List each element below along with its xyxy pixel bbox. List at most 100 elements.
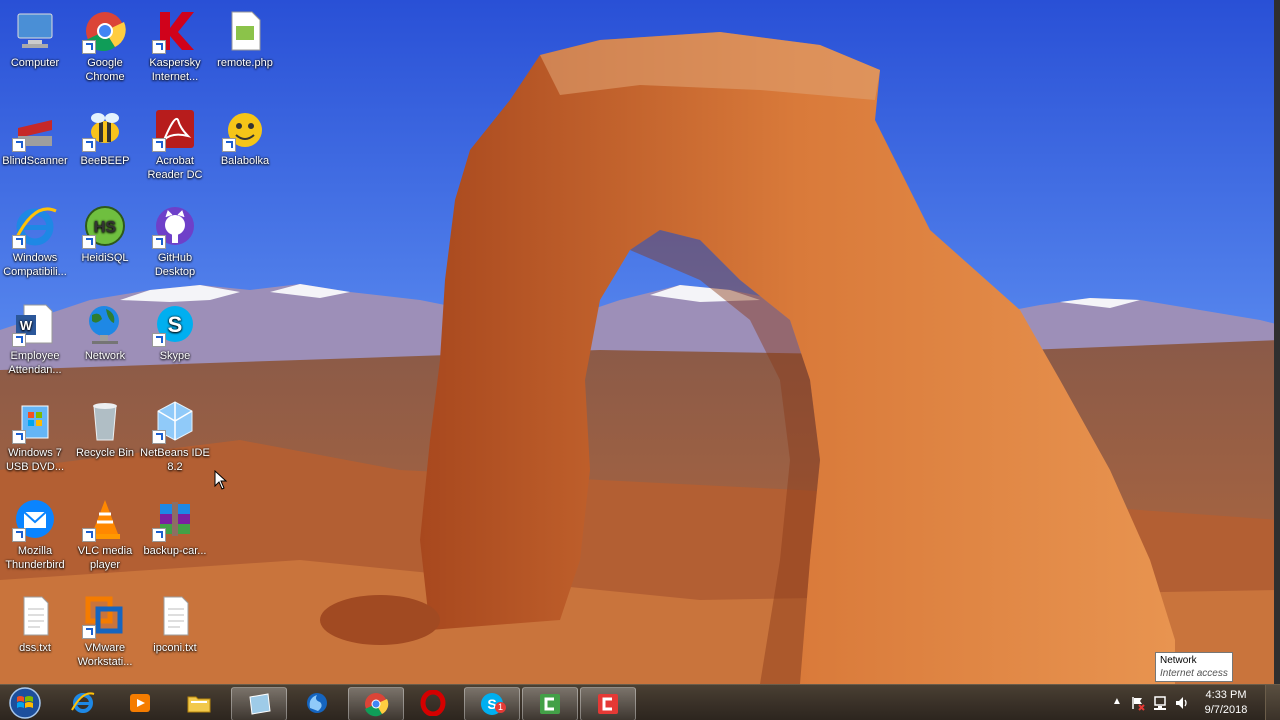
taskbar-button-camtasia-red[interactable] [580,687,636,720]
shortcut-arrow-icon [82,527,96,542]
desktop-icon-label: ipconi.txt [153,642,197,654]
desktop-icon-label: BlindScanner [2,154,68,167]
taskbar-button-media-player[interactable] [113,687,167,719]
network-tooltip-status: Internet access [1160,668,1228,679]
desktop-icon-kaspersky[interactable]: Kaspersky Internet... [139,8,211,84]
desktop-icon-acrobat[interactable]: Acrobat Reader DC [139,106,211,182]
desktop-icon-php-file[interactable]: remote.php [209,8,281,70]
camtasia-green-icon [540,694,560,714]
tray-flag-icon[interactable] [1130,695,1146,711]
ie-icon [12,203,58,249]
desktop-icon-text-file[interactable]: ipconi.txt [139,593,211,655]
shortcut-arrow-icon [152,40,166,54]
desktop-icon-label: Windows Compatibili... [3,252,67,278]
skype-icon: S [152,301,198,347]
desktop-icon-label: VLC media player [77,544,133,571]
shortcut-arrow-icon [82,625,96,639]
shortcut-arrow-icon [222,137,236,152]
desktop-icon-label: HeidiSQL [81,252,129,264]
desktop-icon-word-doc[interactable]: W Employee Attendan... [0,301,71,377]
desktop-icon-vmware[interactable]: VMware Workstati... [69,593,141,669]
desktop-icon-thunderbird[interactable]: Mozilla Thunderbird [0,496,71,572]
desktop-icon-chrome[interactable]: Google Chrome [69,8,141,84]
vmware-icon [82,593,128,639]
desktop-icon-winrar[interactable]: backup-car... [139,496,211,558]
vlc-icon [82,496,128,542]
desktop-icon-label: Skype [159,349,191,362]
heidisql-icon: HS [82,203,128,249]
shortcut-arrow-icon [82,40,96,54]
show-desktop-button[interactable] [1265,685,1280,720]
tray-clock[interactable]: 4:33 PM 9/7/2018 [1196,688,1256,718]
desktop-icon-label: Google Chrome [85,57,125,83]
desktop-icon-recycle-bin[interactable]: Recycle Bin [69,398,141,460]
desktop-icon-label: BeeBEEP [80,154,130,167]
shortcut-arrow-icon [152,430,166,444]
thunderbird-icon [12,496,58,542]
notification-badge: 1 [495,702,507,713]
desktop-icon-skype[interactable]: S Skype [139,301,211,363]
shortcut-arrow-icon [12,332,26,347]
windows-usb-icon [12,398,58,444]
desktop-icon-label: remote.php [217,57,273,69]
tray-expand-chevron-icon[interactable]: ▲ [1112,696,1122,707]
taskbar-button-firefox-like[interactable] [290,687,344,719]
desktop-icon-label: Mozilla Thunderbird [5,544,65,571]
github-icon [152,203,198,249]
desktop-icon-balabolka[interactable]: Balabolka [209,106,281,168]
chrome-taskbar-icon [365,693,389,717]
taskbar-button-chrome-taskbar[interactable] [348,687,404,720]
tray-network-icon[interactable] [1152,695,1168,711]
scanner-icon [12,106,58,152]
ie-taskbar-icon [71,692,95,713]
tray-volume-icon[interactable] [1174,695,1190,711]
text-file-icon [12,593,58,639]
network-globe-icon [82,301,128,347]
desktop-icon-label: Employee Attendan... [8,349,62,376]
taskbar-button-window-app[interactable] [231,687,287,720]
svg-text:W: W [20,318,33,333]
desktop-icon-computer[interactable]: Computer [0,8,71,70]
desktop-icon-scanner[interactable]: BlindScanner [0,106,71,168]
text-file-icon [152,593,198,639]
taskbar-button-opera[interactable] [406,687,460,719]
firefox-like-icon [307,693,327,713]
desktop-icon-heidisql[interactable]: HS HeidiSQL [69,203,141,265]
desktop-icon-text-file[interactable]: dss.txt [0,593,71,655]
taskbar-button-skype-taskbar[interactable]: S1 [464,687,520,720]
desktop-icon-vlc[interactable]: VLC media player [69,496,141,572]
taskbar-button-ie-taskbar[interactable] [56,687,110,719]
desktop-icon-windows-usb[interactable]: Windows 7 USB DVD... [0,398,71,474]
network-tooltip-title: Network [1160,655,1197,666]
desktop-icon-label: backup-car... [143,544,207,557]
desktop-icon-netbeans[interactable]: NetBeans IDE 8.2 [139,398,211,474]
desktop-icon-label: Kaspersky Internet... [149,57,201,83]
taskbar-button-explorer-folder[interactable] [172,687,226,719]
shortcut-arrow-icon [12,527,26,542]
svg-text:S: S [168,312,183,337]
network-tooltip: Network Internet access [1155,652,1233,682]
system-tray: ▲ 4:33 PM 9/7/2018 [1108,685,1280,720]
shortcut-arrow-icon [152,527,166,542]
desktop-icon-label: Recycle Bin [75,447,135,459]
desktop-icon-bee[interactable]: BeeBEEP [69,106,141,168]
start-button[interactable] [2,686,48,720]
desktop-icon-label: GitHub Desktop [154,252,196,278]
desktop-icon-label: Acrobat Reader DC [147,154,203,181]
taskbar-button-camtasia-green[interactable] [522,687,578,720]
camtasia-red-icon [598,694,618,714]
clock-date: 9/7/2018 [1204,704,1248,716]
desktop-icon-github[interactable]: GitHub Desktop [139,203,211,279]
desktop-icon-label: Network [84,349,126,362]
bee-icon [82,106,128,152]
desktop-icon-network-globe[interactable]: Network [69,301,141,363]
kaspersky-icon [152,8,198,54]
desktop-icon-label: NetBeans IDE 8.2 [140,447,210,473]
recycle-bin-icon [82,398,128,444]
shortcut-arrow-icon [152,332,166,347]
window-app-icon [249,693,271,715]
netbeans-icon [152,398,198,444]
winrar-icon [152,496,198,542]
acrobat-icon [152,106,198,152]
desktop-icon-ie[interactable]: Windows Compatibili... [0,203,71,279]
